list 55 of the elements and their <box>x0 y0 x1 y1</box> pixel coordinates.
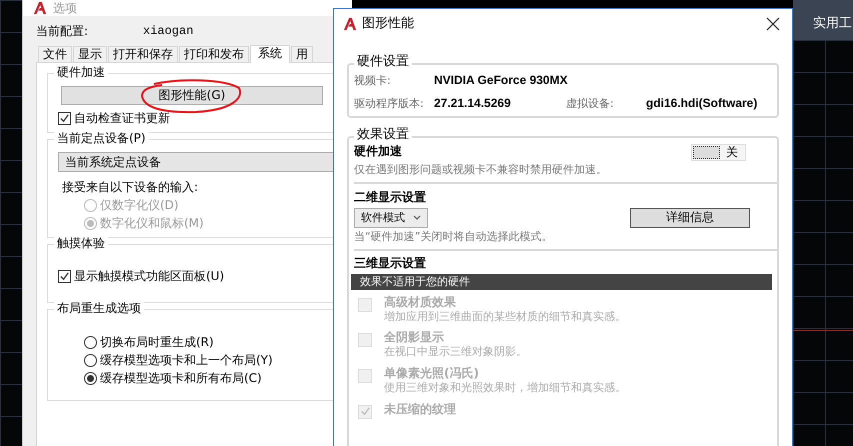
app-logo-icon <box>33 1 47 15</box>
mode-dropdown[interactable]: 软件模式 <box>354 208 428 228</box>
tab[interactable]: 打印和发布 <box>179 46 249 62</box>
chevron-down-icon <box>413 214 421 221</box>
tab[interactable]: 显示 <box>73 46 107 62</box>
group-title: 布局重生成选项 <box>54 301 144 316</box>
option-title: 全阴影显示 <box>384 330 445 346</box>
note: 当“硬件加速”关闭时将自动选择此模式。 <box>354 230 554 244</box>
field-value: gdi16.hdi(Software) <box>646 96 758 111</box>
checkbox-label: 自动检查证书更新 <box>74 111 170 126</box>
option-description: 增加应用到三维曲面的某些材质的细节和真实感。 <box>384 310 626 324</box>
field-label: 视频卡: <box>354 74 392 88</box>
checkbox[interactable] <box>58 112 71 125</box>
option-title: 高级材质效果 <box>384 294 457 310</box>
radio-button[interactable] <box>84 354 97 367</box>
section-title: 二维显示设置 <box>354 190 427 205</box>
tab[interactable]: 打开和保存 <box>108 46 178 62</box>
checkbox-label: 显示触摸模式功能区面板(U) <box>74 269 224 284</box>
details-button[interactable]: 详细信息 <box>630 208 750 228</box>
ribbon-tab[interactable]: 实用工 <box>813 16 852 32</box>
field-label: 驱动程序版本: <box>354 96 425 110</box>
notice-banner: 效果不适用于您的硬件 <box>351 274 772 290</box>
profile-label: 当前配置: <box>36 24 90 39</box>
radio-label: 缓存模型选项卡和上一个布局(Y) <box>100 353 273 368</box>
tab[interactable]: 文件 <box>38 46 72 62</box>
radio-button[interactable] <box>84 336 97 349</box>
tab[interactable]: 用 <box>291 46 313 62</box>
profile-value: xiaogan <box>143 24 194 39</box>
group-title: 硬件加速 <box>54 65 108 80</box>
description: 仅在遇到图形问题或视频卡不兼容时禁用硬件加速。 <box>354 163 608 177</box>
radio-label: 切换布局时重生成(R) <box>100 335 214 350</box>
radio-label: 数字化仪和鼠标(M) <box>100 216 204 231</box>
radio-label: 缓存模型选项卡和所有布局(C) <box>100 371 262 386</box>
group-title: 触摸体验 <box>54 236 108 251</box>
window-title: 图形性能 <box>362 16 415 32</box>
close-icon[interactable] <box>766 17 780 31</box>
field-value: 27.21.14.5269 <box>434 96 512 111</box>
checkbox[interactable] <box>58 270 71 283</box>
input-label: 接受来自以下设备的输入: <box>62 180 200 195</box>
radio-label: 仅数字化仪(D) <box>100 198 179 213</box>
group-title: 当前定点设备(P) <box>54 131 149 146</box>
graphics-performance-button[interactable]: 图形性能(G) <box>61 86 323 105</box>
app-logo-icon <box>343 17 357 31</box>
field-label: 虚拟设备: <box>566 96 615 110</box>
toggle-switch[interactable]: 关 <box>691 144 746 161</box>
field-value: NVIDIA GeForce 930MX <box>434 73 568 88</box>
section-title: 三维显示设置 <box>354 256 427 270</box>
section-title: 硬件加速 <box>354 144 402 159</box>
window-title: 选项 <box>53 0 77 16</box>
radio-button[interactable] <box>84 372 97 385</box>
tab[interactable]: 系统 <box>250 45 290 63</box>
option-title: 未压缩的纹理 <box>384 402 456 417</box>
option-description: 使用三维对象和光照效果时，增加细节和真实感。 <box>384 381 626 395</box>
option-title: 单像素光照(冯氏) <box>384 366 480 381</box>
option-description: 在视口中显示三维对象阴影。 <box>384 345 527 359</box>
